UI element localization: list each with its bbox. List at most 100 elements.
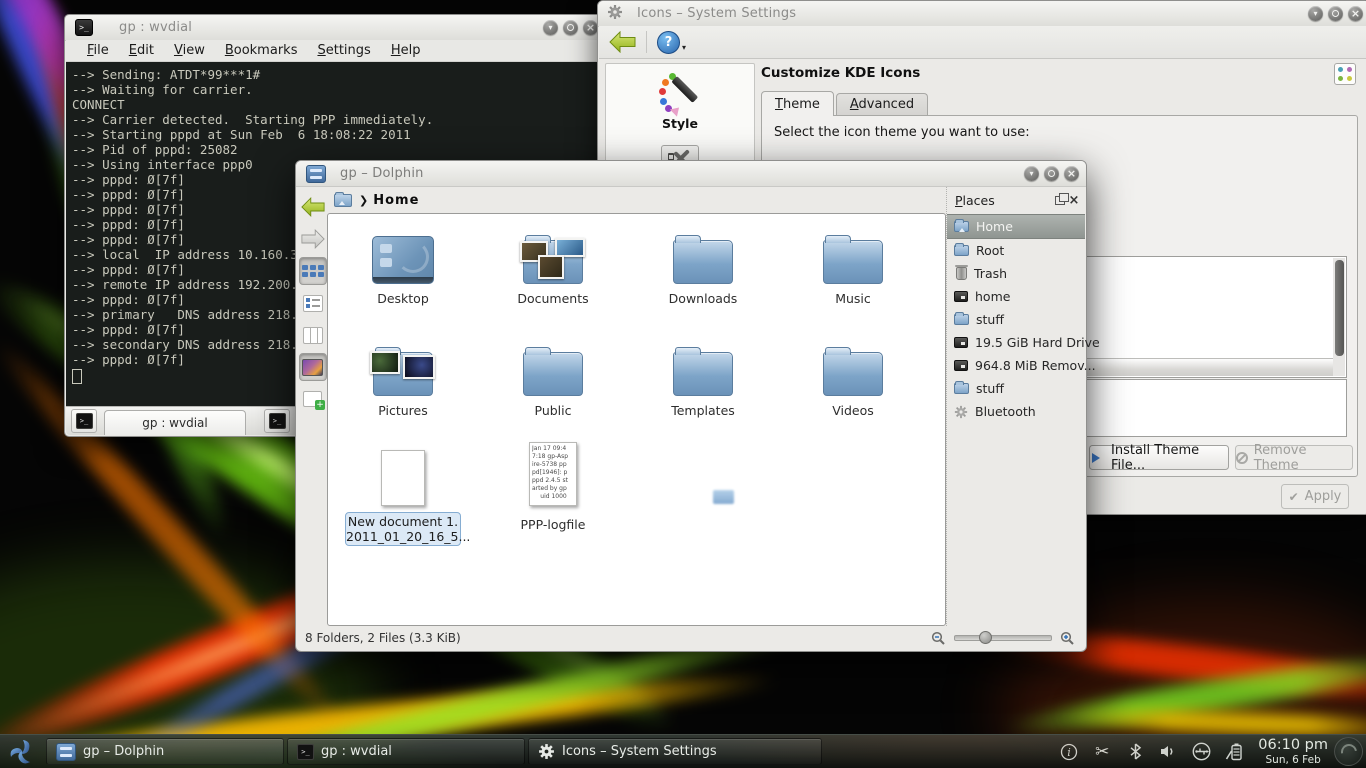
minimize-button[interactable]: ▾ xyxy=(543,20,558,35)
close-button[interactable]: × xyxy=(1064,166,1079,181)
dolphin-side-toolbar: + xyxy=(297,187,328,650)
file-item-videos[interactable]: Videos xyxy=(794,334,912,418)
task-dolphin[interactable]: gp – Dolphin xyxy=(46,738,284,765)
terminal-line: --> Starting pppd at Sun Feb 6 18:08:22 … xyxy=(72,127,604,142)
preview-button[interactable] xyxy=(299,353,327,381)
maximize-button[interactable] xyxy=(563,20,578,35)
task-wvdial[interactable]: >_ gp : wvdial xyxy=(287,738,525,765)
back-button[interactable] xyxy=(609,31,636,53)
folder-view[interactable]: Desktop Documents Downloads Music xyxy=(327,213,946,626)
places-title: Places xyxy=(955,193,1053,208)
bluetooth-icon[interactable] xyxy=(1125,742,1145,762)
scrollbar[interactable] xyxy=(1333,258,1345,376)
menu-settings[interactable]: Settings xyxy=(308,42,379,59)
icons-view-icon xyxy=(302,265,324,277)
file-item-pictures[interactable]: Pictures xyxy=(344,334,462,418)
overview-grid-icon[interactable] xyxy=(1334,63,1356,85)
help-button[interactable]: ? ▾ xyxy=(657,31,686,54)
window-title: gp : wvdial xyxy=(119,20,192,35)
float-icon xyxy=(1055,196,1065,205)
places-item-bluetooth[interactable]: Bluetooth xyxy=(947,400,1085,423)
places-item-home-partition[interactable]: home xyxy=(947,285,1085,308)
terminal-line: --> Waiting for carrier. xyxy=(72,82,604,97)
folder-icon xyxy=(954,245,969,256)
places-item-stuff[interactable]: stuff xyxy=(947,308,1085,331)
minimize-button[interactable]: ▾ xyxy=(1024,166,1039,181)
file-item-public[interactable]: Public xyxy=(494,334,612,418)
klipper-scissors-icon[interactable]: ✂ xyxy=(1092,742,1112,762)
file-item-documents[interactable]: Documents xyxy=(494,222,612,306)
menu-edit[interactable]: Edit xyxy=(120,42,163,59)
icons-view-button[interactable] xyxy=(299,257,327,285)
plasma-toolbox-cashew[interactable] xyxy=(1334,737,1363,766)
tab-theme[interactable]: Theme xyxy=(761,91,834,116)
close-button[interactable]: × xyxy=(1348,6,1363,21)
scrollbar-thumb[interactable] xyxy=(1335,260,1344,356)
minimize-button[interactable]: ▾ xyxy=(1308,6,1323,21)
places-item-stuff2[interactable]: stuff xyxy=(947,377,1085,400)
desktop-folder-icon xyxy=(372,236,434,284)
usb-device-notifier-icon[interactable] xyxy=(1191,742,1211,762)
tab-list-button[interactable]: >_ xyxy=(264,409,290,433)
columns-view-icon xyxy=(303,327,323,344)
file-item-templates[interactable]: Templates xyxy=(644,334,762,418)
style-icon xyxy=(657,72,703,112)
tab-advanced[interactable]: Advanced xyxy=(836,93,928,116)
places-item-hard-drive[interactable]: 19.5 GiB Hard Drive xyxy=(947,331,1085,354)
places-item-trash[interactable]: Trash xyxy=(947,262,1085,285)
terminal-line: --> Pid of pppd: 25082 xyxy=(72,142,604,157)
places-item-root[interactable]: Root xyxy=(947,239,1085,262)
file-item-desktop[interactable]: Desktop xyxy=(344,222,462,306)
float-panel-button[interactable] xyxy=(1053,193,1067,207)
file-item-music[interactable]: Music xyxy=(794,222,912,306)
places-item-home[interactable]: Home xyxy=(947,214,1085,239)
menu-view[interactable]: View xyxy=(165,42,214,59)
split-view-button[interactable]: + xyxy=(299,385,327,413)
details-view-button[interactable] xyxy=(299,289,327,317)
sidebar-item-style[interactable]: Style xyxy=(606,64,754,131)
file-item-ppp-logfile[interactable]: Jan 17 09:4 7:18 gp-Asp ire-5738 pp pd[1… xyxy=(494,436,612,532)
zoom-slider-handle[interactable] xyxy=(979,631,992,644)
maximize-button[interactable] xyxy=(1328,6,1343,21)
terminal-icon: >_ xyxy=(75,19,93,36)
digital-clock[interactable]: 06:10 pm Sun, 6 Feb xyxy=(1258,737,1328,766)
breadcrumb-root[interactable]: Home xyxy=(373,193,419,208)
breadcrumb-separator: ❯ xyxy=(359,194,368,207)
apply-button[interactable]: ✔ Apply xyxy=(1281,484,1349,509)
install-theme-button[interactable]: Install Theme File... xyxy=(1089,445,1229,470)
new-tab-button[interactable]: >_ xyxy=(71,409,97,433)
maximize-button[interactable] xyxy=(1044,166,1059,181)
zoom-out-icon[interactable] xyxy=(931,631,946,646)
folder-icon xyxy=(673,240,733,284)
clock-date: Sun, 6 Feb xyxy=(1258,754,1328,766)
folder-icon xyxy=(523,352,583,396)
trash-icon xyxy=(956,267,967,280)
places-item-removable[interactable]: 964.8 MiB Remov... xyxy=(947,354,1085,377)
menu-file[interactable]: File xyxy=(78,42,118,59)
columns-view-button[interactable] xyxy=(299,321,327,349)
tab-gp-wvdial[interactable]: gp : wvdial xyxy=(104,410,246,435)
back-button[interactable] xyxy=(299,193,327,221)
konsole-titlebar[interactable]: >_ gp : wvdial ▾ × xyxy=(65,15,605,41)
dolphin-titlebar[interactable]: gp – Dolphin ▾ × xyxy=(296,161,1086,187)
remove-theme-button[interactable]: Remove Theme xyxy=(1235,445,1353,470)
close-panel-button[interactable]: × xyxy=(1067,193,1081,207)
menu-help[interactable]: Help xyxy=(382,42,430,59)
zoom-in-icon[interactable] xyxy=(1060,631,1075,646)
settings-titlebar[interactable]: Icons – System Settings ▾ × xyxy=(598,1,1366,27)
close-button[interactable]: × xyxy=(583,20,598,35)
zoom-slider[interactable] xyxy=(954,635,1052,641)
notifications-icon[interactable]: i xyxy=(1059,742,1079,762)
forward-button[interactable] xyxy=(299,225,327,253)
status-text: 8 Folders, 2 Files (3.3 KiB) xyxy=(305,631,931,645)
volume-icon[interactable] xyxy=(1158,742,1178,762)
file-item-new-document[interactable]: New document 1. 2011_01_20_16_5... xyxy=(344,436,462,546)
task-system-settings[interactable]: Icons – System Settings xyxy=(528,738,822,765)
app-launcher-button[interactable] xyxy=(0,735,46,768)
dolphin-icon xyxy=(56,743,76,761)
file-item-downloads[interactable]: Downloads xyxy=(644,222,762,306)
battery-icon[interactable] xyxy=(1224,742,1244,762)
menu-bookmarks[interactable]: Bookmarks xyxy=(216,42,307,59)
window-dolphin: gp – Dolphin ▾ × ❯ Home xyxy=(295,160,1087,652)
breadcrumb-home-button[interactable] xyxy=(334,194,352,207)
